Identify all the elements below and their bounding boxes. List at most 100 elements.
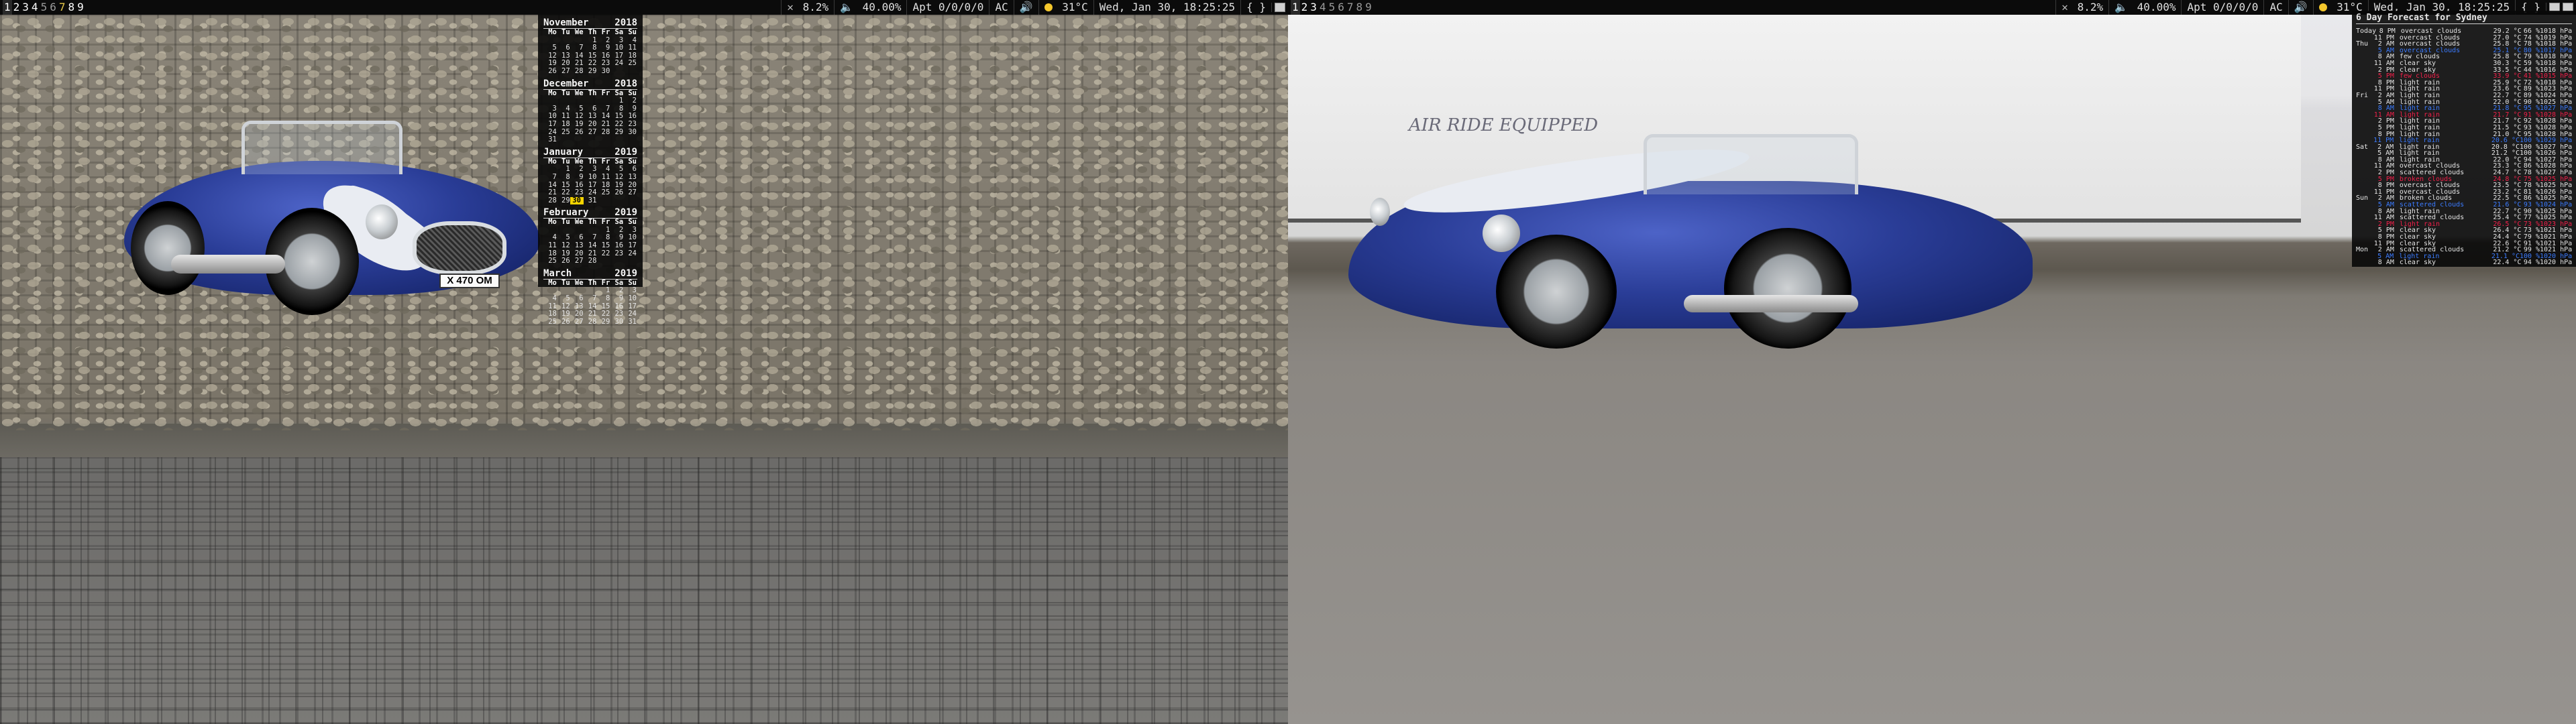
forecast-day (2356, 118, 2373, 125)
weekday-label: Th (588, 88, 597, 97)
calendar-year: 2018 (614, 78, 637, 89)
status-bar-left: 1 2 3 4 5 6 7 8 9 ✕ 8.2% 🔈 40.00% Apt 0/… (0, 0, 1288, 15)
calendar-day: 7 (552, 172, 557, 181)
weekday-label: Th (588, 28, 597, 36)
calendar-today: 30 (570, 196, 584, 205)
sun-icon (1044, 3, 1053, 11)
workspace-5[interactable]: 5 (40, 0, 49, 15)
calendar-day: 24 (588, 188, 597, 197)
calendar-day: 9 (619, 294, 624, 303)
status-right-left: ✕ 8.2% 🔈 40.00% Apt 0/0/0/0 AC 🔊 31°C We… (781, 0, 1288, 15)
calendar-blank (543, 97, 557, 105)
workspace-2[interactable]: 2 (12, 0, 21, 15)
calendar-day: 23 (628, 119, 637, 128)
forecast-day (2356, 182, 2373, 189)
calendar-day: 22 (614, 119, 624, 128)
workspace-4[interactable]: 4 (1318, 0, 1328, 15)
workspace-1[interactable]: 1 (3, 0, 12, 15)
calendar-day: 30 (614, 317, 624, 326)
weekday-label: Tu (561, 218, 570, 227)
power-status: AC (2263, 0, 2288, 15)
weekday-label: Th (588, 278, 597, 287)
forecast-day (2356, 125, 2373, 131)
weekday-label: Mo (548, 88, 557, 97)
calendar-day: 29 (561, 196, 570, 204)
workspace-3[interactable]: 3 (21, 0, 30, 15)
weekday-label: Tu (561, 88, 570, 97)
workspace-1[interactable]: 1 (1291, 0, 1300, 15)
calendar-month-header: February 2019 (543, 207, 637, 219)
close-icon[interactable]: ✕ (2061, 1, 2068, 13)
workspace-4[interactable]: 4 (30, 0, 40, 15)
calendar-day: 10 (628, 294, 637, 303)
forecast-day: Thu (2356, 40, 2369, 48)
volume-icon: 🔈 (840, 1, 854, 13)
calendar-month-name: November (543, 17, 589, 28)
forecast-day: Today (2356, 27, 2377, 35)
calendar-day: 1 (619, 97, 624, 105)
calendar-day: 10 (588, 172, 597, 181)
workspace-3[interactable]: 3 (1309, 0, 1318, 15)
close-icon[interactable]: ✕ (787, 1, 794, 13)
workspace-9[interactable]: 9 (1364, 0, 1373, 15)
workspace-7[interactable]: 7 (58, 0, 67, 15)
calendar-day: 12 (561, 241, 570, 250)
forecast-day: Sun (2356, 194, 2369, 202)
clock[interactable]: Wed, Jan 30, 18:25:25 (1093, 0, 1240, 15)
speaker-icon[interactable]: 🔊 (1013, 0, 1038, 15)
forecast-temp: 22.4 °C (2493, 259, 2522, 267)
calendar-day: 22 (561, 188, 570, 197)
calendar-day: 21 (548, 188, 557, 197)
workspace-9[interactable]: 9 (76, 0, 85, 15)
workspace-8[interactable]: 8 (66, 0, 76, 15)
calendar-day: 27 (574, 317, 584, 326)
battery-status: ✕ 8.2% (2055, 0, 2108, 15)
forecast-title: 6 Day Forecast for Sydney (2356, 13, 2572, 24)
workspace-6[interactable]: 6 (48, 0, 58, 15)
calendar-day: 13 (628, 172, 637, 181)
calendar-day: 27 (574, 257, 584, 265)
calendar-day: 19 (574, 119, 584, 128)
workspace-list: 1 2 3 4 5 6 7 8 9 (1288, 0, 1373, 15)
calendar-day: 4 (552, 294, 557, 303)
workspace-8[interactable]: 8 (1354, 0, 1364, 15)
calendar-month-name: December (543, 78, 589, 89)
forecast-day (2356, 234, 2373, 241)
forecast-widget: 6 Day Forecast for Sydney Today 8 PM overc… (2352, 11, 2576, 267)
calendar-day: 13 (574, 241, 584, 250)
weekday-label: Sa (614, 28, 624, 36)
weekday-label: Tu (561, 28, 570, 36)
calendar-day: 27 (628, 188, 637, 197)
calendar-grid: Mo Tu We Th Fr Sa Su 1 2 3 4 5 6 7 8 9 10 11 12 13 14 15 16 17 1… (543, 278, 637, 326)
forecast-day (2356, 227, 2373, 234)
layout-indicator[interactable]: { } (1240, 0, 1271, 15)
calendar-blank (557, 97, 570, 105)
workspace-5[interactable]: 5 (1328, 0, 1337, 15)
calendar-day: 8 (566, 172, 570, 181)
forecast-day (2356, 67, 2373, 74)
forecast-day (2356, 259, 2373, 266)
tray-icon[interactable] (1275, 3, 1285, 12)
forecast-day (2356, 80, 2373, 86)
volume-status[interactable]: 🔈 40.00% (2108, 0, 2181, 15)
calendar-day: 15 (601, 241, 610, 250)
weekday-label: Mo (548, 157, 557, 166)
trailer-text: AIR RIDE EQUIPPED (1409, 115, 1599, 135)
calendar-year: 2019 (614, 207, 637, 219)
forecast-day (2356, 60, 2373, 67)
workspace-7[interactable]: 7 (1346, 0, 1355, 15)
wallpaper-car-right (1348, 134, 2033, 349)
battery-percent: 8.2% (802, 1, 829, 13)
workspace-2[interactable]: 2 (1300, 0, 1309, 15)
calendar-day: 25 (548, 317, 557, 326)
volume-percent: 40.00% (2137, 1, 2176, 13)
workspace-6[interactable]: 6 (1336, 0, 1346, 15)
calendar-day: 29 (588, 66, 597, 75)
calendar-day: 27 (588, 127, 597, 136)
volume-status[interactable]: 🔈 40.00% (834, 0, 906, 15)
weekday-label: Mo (548, 218, 557, 227)
volume-percent: 40.00% (862, 1, 902, 13)
calendar-day: 29 (601, 317, 610, 326)
wallpaper-car-left: X 470 OM (124, 121, 540, 315)
speaker-icon[interactable]: 🔊 (2288, 0, 2313, 15)
